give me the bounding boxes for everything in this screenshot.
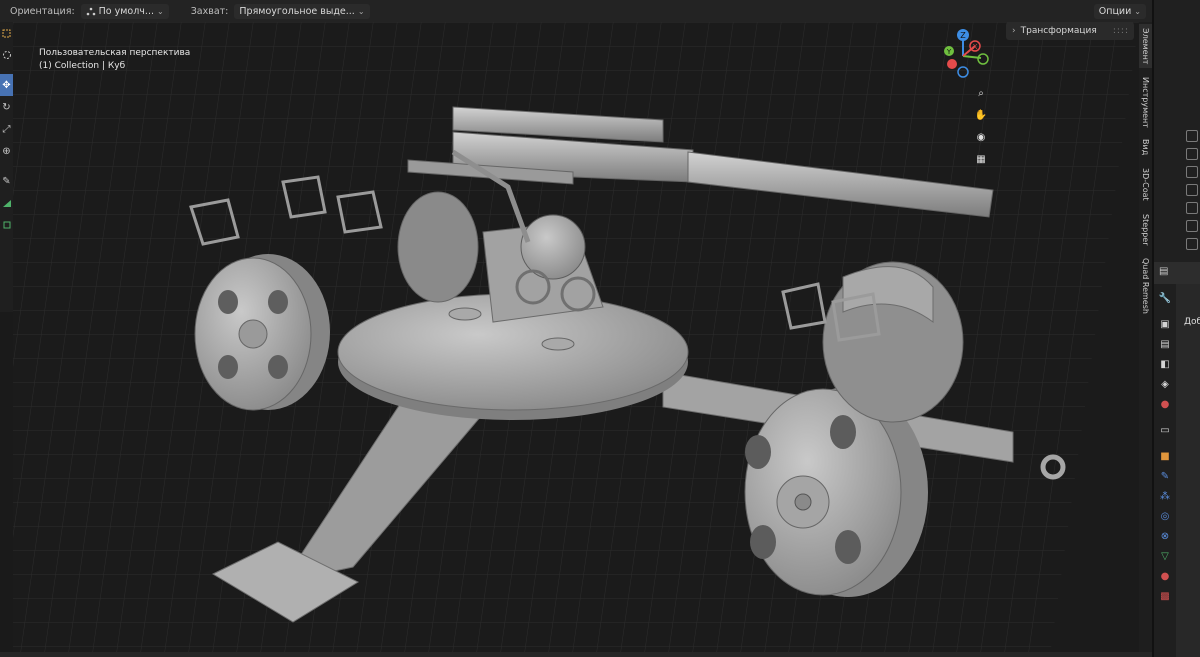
- viewport-scene: [13, 22, 1139, 652]
- editor-type-icon[interactable]: ▤: [1159, 266, 1168, 277]
- tab-stepper[interactable]: Stepper: [1139, 210, 1152, 250]
- status-bar: [0, 652, 1152, 657]
- cursor-icon[interactable]: [0, 44, 13, 66]
- transform-label: Трансформация: [1020, 26, 1097, 36]
- scale-icon[interactable]: ⤢: [0, 118, 13, 140]
- snap-dropdown[interactable]: Прямоугольное выде... ⌄: [234, 3, 370, 19]
- drag-handle-icon[interactable]: ::::: [1113, 26, 1129, 36]
- orientation-value: По умолч...: [98, 5, 154, 17]
- annotate-icon[interactable]: ✎: [0, 170, 13, 192]
- orientation-label: Ориентация:: [10, 5, 75, 17]
- gizmo-x-label: X: [973, 43, 978, 51]
- options-dropdown[interactable]: Опции ⌄: [1093, 3, 1146, 19]
- chevron-down-icon: ⌄: [156, 6, 164, 16]
- gizmo-y-label: Y: [946, 48, 952, 56]
- object-icon[interactable]: ■: [1157, 448, 1173, 464]
- visibility-checkbox[interactable]: [1186, 184, 1198, 196]
- orientation-dropdown[interactable]: По умолч... ⌄: [80, 3, 169, 19]
- properties-tabs: 🔧 ▣ ▤ ◧ ◈ ● ▭ ■ ✎ ⁂ ◎ ⊗ ▽ ● ▩: [1154, 284, 1176, 657]
- visibility-checkbox[interactable]: [1186, 220, 1198, 232]
- tab-3dcoat[interactable]: 3D-Coat: [1139, 164, 1152, 204]
- visibility-checkbox[interactable]: [1186, 238, 1198, 250]
- view-layer-icon[interactable]: ◧: [1157, 356, 1173, 372]
- render-icon[interactable]: ▣: [1157, 316, 1173, 332]
- tool-separator: [0, 162, 13, 170]
- chevron-right-icon: ›: [1012, 26, 1016, 36]
- measure-icon[interactable]: [0, 192, 13, 214]
- move-icon[interactable]: ✥: [0, 74, 13, 96]
- texture-icon[interactable]: ▩: [1157, 588, 1173, 604]
- object-data-icon[interactable]: ▽: [1157, 548, 1173, 564]
- sidebar-tabs: Элемент Инструмент Вид 3D-Coat Stepper Q…: [1139, 22, 1152, 652]
- output-icon[interactable]: ▤: [1157, 336, 1173, 352]
- scene-icon[interactable]: ◈: [1157, 376, 1173, 392]
- chevron-down-icon: ⌄: [357, 6, 365, 16]
- chevron-down-icon: ⌄: [1134, 6, 1141, 16]
- grid-icon[interactable]: ▦: [972, 150, 990, 168]
- zoom-icon[interactable]: ⌕: [972, 84, 990, 102]
- tool-settings-icon[interactable]: 🔧: [1157, 290, 1173, 306]
- snap-value: Прямоугольное выде...: [239, 5, 355, 17]
- collection-info: (1) Collection | Куб: [39, 61, 126, 71]
- 3d-viewport[interactable]: Пользовательская перспектива (1) Collect…: [13, 22, 1139, 652]
- outliner[interactable]: [1154, 0, 1200, 262]
- world-icon[interactable]: ●: [1157, 396, 1173, 412]
- collection-icon[interactable]: ▭: [1157, 422, 1173, 438]
- camera-icon[interactable]: ◉: [972, 128, 990, 146]
- pan-hand-icon[interactable]: ✋: [972, 106, 990, 124]
- view-name: Пользовательская перспектива: [39, 48, 191, 58]
- transform-icon[interactable]: ⊕: [0, 140, 13, 162]
- visibility-checkbox[interactable]: [1186, 130, 1198, 142]
- particles-icon[interactable]: ⁂: [1157, 488, 1173, 504]
- viewport-info: Пользовательская перспектива (1) Collect…: [39, 47, 190, 73]
- add-cube-icon[interactable]: [0, 214, 13, 236]
- tool-separator: [0, 66, 13, 74]
- constraints-icon[interactable]: ⊗: [1157, 528, 1173, 544]
- rotate-icon[interactable]: ↻: [0, 96, 13, 118]
- tab-tool[interactable]: Инструмент: [1139, 74, 1152, 130]
- gizmo-z-label: Z: [960, 31, 966, 40]
- tab-view[interactable]: Вид: [1139, 136, 1152, 158]
- transform-panel-header[interactable]: › Трансформация ::::: [1006, 22, 1134, 40]
- visibility-checkbox[interactable]: [1186, 166, 1198, 178]
- material-icon[interactable]: ●: [1157, 568, 1173, 584]
- visibility-checkbox[interactable]: [1186, 202, 1198, 214]
- modifier-wrench-icon[interactable]: ✎: [1157, 468, 1173, 484]
- add-modifier-label[interactable]: Доб: [1184, 317, 1200, 327]
- select-box-icon[interactable]: [0, 22, 13, 44]
- options-label: Опции: [1098, 5, 1132, 17]
- navigation-gizmo[interactable]: Z Y X: [935, 26, 991, 82]
- visibility-checkbox[interactable]: [1186, 148, 1198, 160]
- tool-shelf: ✥ ↻ ⤢ ⊕ ✎: [0, 22, 13, 312]
- orientation-icon: [86, 7, 95, 16]
- tab-quad-remesh[interactable]: Quad Remesh: [1139, 256, 1152, 316]
- properties-header: ▤: [1154, 262, 1200, 284]
- header-bar: Ориентация: По умолч... ⌄ Захват: Прямоу…: [0, 0, 1152, 22]
- physics-icon[interactable]: ◎: [1157, 508, 1173, 524]
- snap-label: Захват:: [190, 5, 229, 17]
- properties-editor: ▤ 🔧 ▣ ▤ ◧ ◈ ● ▭ ■ ✎ ⁂ ◎ ⊗ ▽ ● ▩ Доб: [1154, 262, 1200, 657]
- tab-item[interactable]: Элемент: [1139, 24, 1152, 68]
